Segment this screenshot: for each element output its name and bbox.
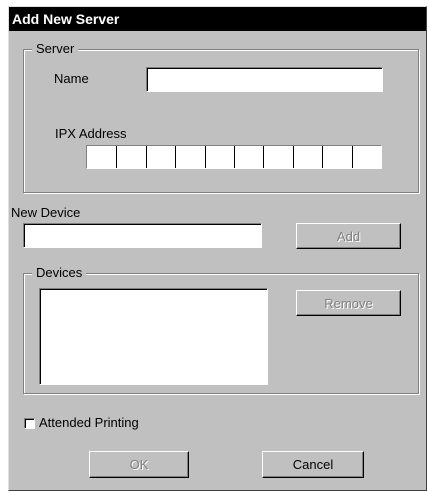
ipx-address-cell[interactable] (116, 146, 146, 168)
ipx-address-cell[interactable] (87, 146, 117, 168)
devices-listbox[interactable] (39, 288, 268, 385)
ipx-address-cell[interactable] (145, 146, 176, 168)
ipx-address-cell[interactable] (175, 146, 205, 168)
add-button[interactable]: Add (296, 223, 401, 249)
remove-button-label: Remove (324, 295, 373, 311)
new-device-input[interactable] (23, 223, 262, 248)
ipx-address-cell[interactable] (234, 146, 264, 168)
ipx-address-field[interactable] (86, 145, 382, 169)
devices-legend: Devices (32, 266, 87, 280)
ok-button-label: OK (129, 457, 149, 472)
remove-button[interactable]: Remove (296, 290, 401, 316)
new-device-label: New Device (11, 205, 81, 220)
name-input[interactable] (146, 67, 383, 92)
attended-printing-label[interactable]: Attended Printing (39, 415, 139, 430)
cancel-button[interactable]: Cancel (262, 451, 364, 478)
cancel-button-label: Cancel (292, 457, 334, 472)
attended-printing-checkbox[interactable] (24, 418, 35, 429)
ipx-address-cell[interactable] (351, 146, 381, 168)
ok-button[interactable]: OK (89, 451, 189, 478)
add-new-server-dialog: Add New Server Server Name IPX Address N… (8, 6, 427, 491)
ipx-address-cell[interactable] (322, 146, 352, 168)
ipx-address-cell[interactable] (292, 146, 323, 168)
add-button-label: Add (336, 228, 361, 244)
ipx-address-label: IPX Address (55, 126, 127, 141)
ipx-address-cell[interactable] (204, 146, 234, 168)
server-legend: Server (32, 42, 79, 56)
name-label: Name (54, 71, 89, 86)
dialog-title: Add New Server (12, 11, 120, 27)
ipx-address-cell[interactable] (263, 146, 293, 168)
title-bar[interactable]: Add New Server (9, 7, 426, 31)
